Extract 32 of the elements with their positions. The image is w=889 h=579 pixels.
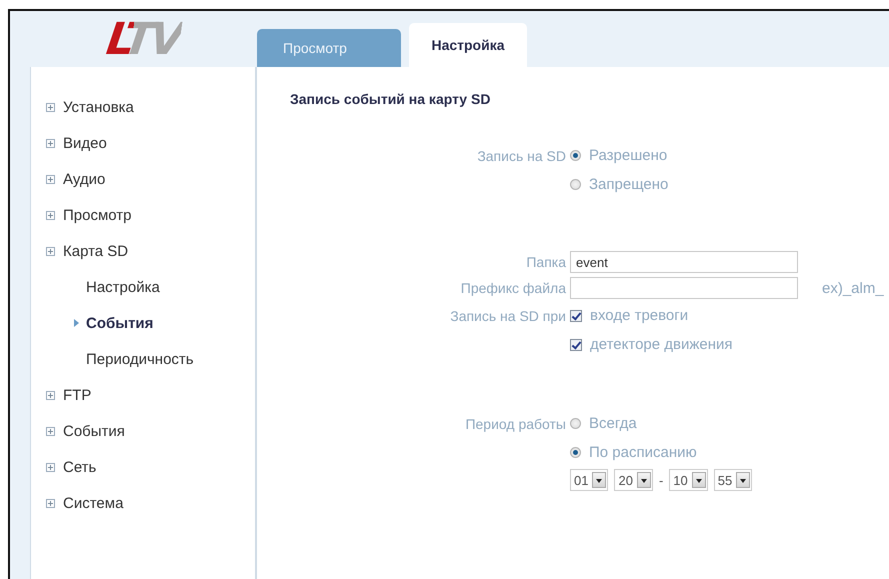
dropdown[interactable]: 55 <box>714 469 752 491</box>
submenu-item[interactable]: События <box>31 305 255 341</box>
dropdown[interactable]: 10 <box>669 469 708 491</box>
option-label: Запрещено <box>589 176 668 193</box>
menu-item[interactable]: События <box>31 413 255 449</box>
field-label: Префикс файла <box>460 280 567 296</box>
option-label: Разрешено <box>589 147 668 164</box>
option-label: По расписанию <box>589 444 697 461</box>
submenu-item[interactable]: Настройка <box>31 269 255 305</box>
menu-item[interactable]: FTP <box>31 377 255 413</box>
menu-item[interactable]: Просмотр <box>31 197 255 233</box>
submenu-item[interactable]: Периодичность <box>31 341 255 377</box>
field-label: Папка <box>526 254 567 270</box>
tab[interactable]: Настройка <box>409 23 527 67</box>
field-label: Запись на SD при <box>450 308 567 324</box>
separator-text: - <box>658 472 664 488</box>
dropdown[interactable]: 20 <box>614 469 653 491</box>
hint-text: ex)_alm_ <box>822 280 884 296</box>
dropdown[interactable]: 01 <box>570 469 608 491</box>
menu-item[interactable]: Система <box>31 485 255 521</box>
menu-item[interactable]: Видео <box>31 125 255 161</box>
option-label: входе тревоги <box>590 307 688 324</box>
menu-item[interactable]: Установка <box>31 89 255 125</box>
field-label: Период работы <box>465 416 567 432</box>
menu-item[interactable]: Аудио <box>31 161 255 197</box>
option-label: детекторе движения <box>590 336 733 353</box>
menu-item[interactable]: Сеть <box>31 449 255 485</box>
section-title: Запись событий на карту SD <box>290 91 490 107</box>
option-label: Всегда <box>589 415 637 432</box>
text-field[interactable]: event <box>570 251 798 273</box>
field-label: Запись на SD <box>477 148 567 164</box>
menu-item[interactable]: Карта SD <box>31 233 255 269</box>
